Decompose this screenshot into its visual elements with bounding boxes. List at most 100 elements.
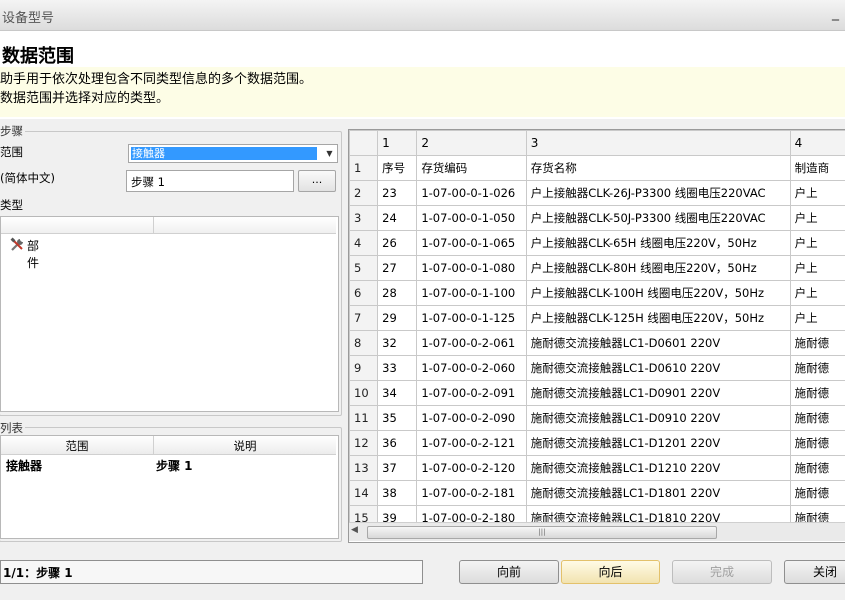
grid-row-header[interactable]: 5 bbox=[349, 255, 379, 281]
grid-cell[interactable]: 施耐德交流接触器LC1-D0601 220V bbox=[525, 330, 791, 356]
grid-cell[interactable]: 施耐德交流接触器LC1-D1210 220V bbox=[525, 455, 791, 481]
grid-cell[interactable]: 施耐德 bbox=[789, 380, 845, 406]
grid-cell[interactable]: 施耐德交流接触器LC1-D0910 220V bbox=[525, 405, 791, 431]
grid-cell[interactable]: 施耐德 bbox=[789, 330, 845, 356]
grid-row-header[interactable]: 9 bbox=[349, 355, 379, 381]
grid-cell[interactable]: 1-07-00-0-2-181 bbox=[416, 480, 527, 506]
grid-cell[interactable]: 38 bbox=[377, 480, 418, 506]
grid-cell[interactable]: 27 bbox=[377, 255, 418, 281]
grid-cell[interactable]: 施耐德 bbox=[789, 405, 845, 431]
grid-cell[interactable]: 1-07-00-0-1-100 bbox=[416, 280, 527, 306]
table-row[interactable]: 9 33 1-07-00-0-2-060 施耐德交流接触器LC1-D0610 220V… bbox=[349, 355, 845, 381]
grid-cell[interactable]: 户上 bbox=[789, 180, 845, 206]
table-row[interactable]: 13 37 1-07-00-0-2-120 施耐德交流接触器LC1-D1210 220… bbox=[349, 455, 845, 481]
grid-row-header[interactable]: 1 bbox=[349, 155, 379, 181]
table-row[interactable]: 7 29 1-07-00-0-1-125 户上接触器CLK-125H 线圈电压220V… bbox=[349, 305, 845, 331]
grid-cell[interactable]: 户上 bbox=[789, 230, 845, 256]
grid-cell[interactable]: 33 bbox=[377, 355, 418, 381]
grid-cell[interactable]: 1-07-00-0-1-050 bbox=[416, 205, 527, 231]
table-row[interactable]: 5 27 1-07-00-0-1-080 户上接触器CLK-80H 线圈电压220V，… bbox=[349, 255, 845, 281]
grid-cell[interactable]: 存货名称 bbox=[525, 155, 791, 181]
grid-row-header[interactable]: 11 bbox=[349, 405, 379, 431]
grid-row-header[interactable]: 8 bbox=[349, 330, 379, 356]
grid-cell[interactable]: 1-07-00-0-1-065 bbox=[416, 230, 527, 256]
grid-column-header[interactable]: 2 bbox=[416, 130, 527, 156]
scrollbar-thumb[interactable]: ||| bbox=[367, 526, 717, 539]
close-button[interactable]: 关闭 bbox=[784, 560, 845, 584]
table-row[interactable]: 2 23 1-07-00-0-1-026 户上接触器CLK-26J-P3300 线圈电… bbox=[349, 180, 845, 206]
col-header-range[interactable]: 范围 bbox=[1, 438, 153, 454]
grid-cell[interactable]: 1-07-00-0-2-061 bbox=[416, 330, 527, 356]
grid-cell[interactable]: 施耐德 bbox=[789, 455, 845, 481]
grid-cell[interactable]: 存货编码 bbox=[416, 155, 527, 181]
grid-cell[interactable]: 24 bbox=[377, 205, 418, 231]
grid-cell[interactable]: 32 bbox=[377, 330, 418, 356]
grid-row-header[interactable]: 13 bbox=[349, 455, 379, 481]
grid-cell[interactable]: 户上 bbox=[789, 305, 845, 331]
grid-cell[interactable]: 施耐德 bbox=[789, 480, 845, 506]
grid-cell[interactable]: 23 bbox=[377, 180, 418, 206]
grid-cell[interactable]: 37 bbox=[377, 455, 418, 481]
table-row[interactable]: 11 35 1-07-00-0-2-090 施耐德交流接触器LC1-D0910 220… bbox=[349, 405, 845, 431]
grid-cell[interactable]: 1-07-00-0-2-120 bbox=[416, 455, 527, 481]
grid-cell[interactable]: 户上 bbox=[789, 205, 845, 231]
grid-row-header[interactable]: 14 bbox=[349, 480, 379, 506]
table-row[interactable]: 4 26 1-07-00-0-1-065 户上接触器CLK-65H 线圈电压220V，… bbox=[349, 230, 845, 256]
type-tree[interactable]: 部件 bbox=[0, 216, 339, 412]
grid-cell[interactable]: 施耐德交流接触器LC1-D0901 220V bbox=[525, 380, 791, 406]
grid-cell[interactable]: 1-07-00-0-1-080 bbox=[416, 255, 527, 281]
grid-row-header[interactable]: 10 bbox=[349, 380, 379, 406]
grid-cell[interactable]: 户上 bbox=[789, 280, 845, 306]
back-button[interactable]: 向前 bbox=[459, 560, 559, 584]
grid-row-header[interactable]: 2 bbox=[349, 180, 379, 206]
grid-corner-cell[interactable] bbox=[349, 130, 379, 156]
grid-row-header[interactable]: 3 bbox=[349, 205, 379, 231]
grid-cell[interactable]: 户上接触器CLK-125H 线圈电压220V，50Hz bbox=[525, 305, 791, 331]
grid-row-header[interactable]: 7 bbox=[349, 305, 379, 331]
grid-row-header[interactable]: 6 bbox=[349, 280, 379, 306]
table-row[interactable]: 1 序号 存货编码 存货名称 制造商 bbox=[349, 155, 845, 181]
grid-cell[interactable]: 1-07-00-0-1-026 bbox=[416, 180, 527, 206]
grid-cell[interactable]: 28 bbox=[377, 280, 418, 306]
grid-cell[interactable]: 1-07-00-0-2-091 bbox=[416, 380, 527, 406]
grid-cell[interactable]: 户上接触器CLK-26J-P3300 线圈电压220VAC bbox=[525, 180, 791, 206]
table-row[interactable]: 12 36 1-07-00-0-2-121 施耐德交流接触器LC1-D1201 220… bbox=[349, 430, 845, 456]
grid-column-header[interactable]: 3 bbox=[525, 130, 791, 156]
grid-cell[interactable]: 户上接触器CLK-80H 线圈电压220V，50Hz bbox=[525, 255, 791, 281]
col-header-desc[interactable]: 说明 bbox=[154, 438, 336, 454]
next-button[interactable]: 向后 bbox=[561, 560, 660, 584]
grid-cell[interactable]: 1-07-00-0-2-060 bbox=[416, 355, 527, 381]
table-row[interactable]: 3 24 1-07-00-0-1-050 户上接触器CLK-50J-P3300 线圈电… bbox=[349, 205, 845, 231]
data-grid[interactable]: 1 2 3 4 1 序号 存货编码 存货名称 制造商 2 23 1-07-00-0-1-026 户上接触… bbox=[348, 129, 845, 543]
horizontal-scrollbar[interactable]: ◀ ||| bbox=[349, 522, 845, 541]
minimize-button[interactable]: _ bbox=[832, 5, 839, 21]
range-list[interactable]: 范围 说明 接触器 步骤 1 bbox=[0, 435, 339, 539]
grid-cell[interactable]: 1-07-00-0-1-125 bbox=[416, 305, 527, 331]
table-row[interactable]: 10 34 1-07-00-0-2-091 施耐德交流接触器LC1-D0901 220… bbox=[349, 380, 845, 406]
grid-cell[interactable]: 制造商 bbox=[789, 155, 845, 181]
grid-cell[interactable]: 户上接触器CLK-50J-P3300 线圈电压220VAC bbox=[525, 205, 791, 231]
grid-column-header[interactable]: 1 bbox=[377, 130, 418, 156]
grid-column-header[interactable]: 4 bbox=[789, 130, 845, 156]
finish-button[interactable]: 完成 bbox=[672, 560, 772, 584]
grid-cell[interactable]: 户上 bbox=[789, 255, 845, 281]
grid-cell[interactable]: 序号 bbox=[377, 155, 418, 181]
grid-cell[interactable]: 施耐德 bbox=[789, 355, 845, 381]
grid-cell[interactable]: 施耐德交流接触器LC1-D0610 220V bbox=[525, 355, 791, 381]
grid-cell[interactable]: 35 bbox=[377, 405, 418, 431]
browse-button[interactable]: ... bbox=[298, 170, 336, 192]
grid-row-header[interactable]: 4 bbox=[349, 230, 379, 256]
grid-cell[interactable]: 26 bbox=[377, 230, 418, 256]
grid-cell[interactable]: 户上接触器CLK-65H 线圈电压220V，50Hz bbox=[525, 230, 791, 256]
grid-cell[interactable]: 29 bbox=[377, 305, 418, 331]
grid-cell[interactable]: 户上接触器CLK-100H 线圈电压220V，50Hz bbox=[525, 280, 791, 306]
chevron-down-icon[interactable]: ▼ bbox=[322, 145, 337, 162]
step-name-input[interactable]: 步骤 1 bbox=[126, 170, 294, 192]
table-row[interactable]: 6 28 1-07-00-0-1-100 户上接触器CLK-100H 线圈电压220V… bbox=[349, 280, 845, 306]
grid-row-header[interactable]: 12 bbox=[349, 430, 379, 456]
grid-cell[interactable]: 施耐德交流接触器LC1-D1201 220V bbox=[525, 430, 791, 456]
scroll-left-icon[interactable]: ◀ bbox=[351, 525, 358, 535]
grid-cell[interactable]: 施耐德交流接触器LC1-D1801 220V bbox=[525, 480, 791, 506]
grid-cell[interactable]: 34 bbox=[377, 380, 418, 406]
grid-cell[interactable]: 1-07-00-0-2-090 bbox=[416, 405, 527, 431]
